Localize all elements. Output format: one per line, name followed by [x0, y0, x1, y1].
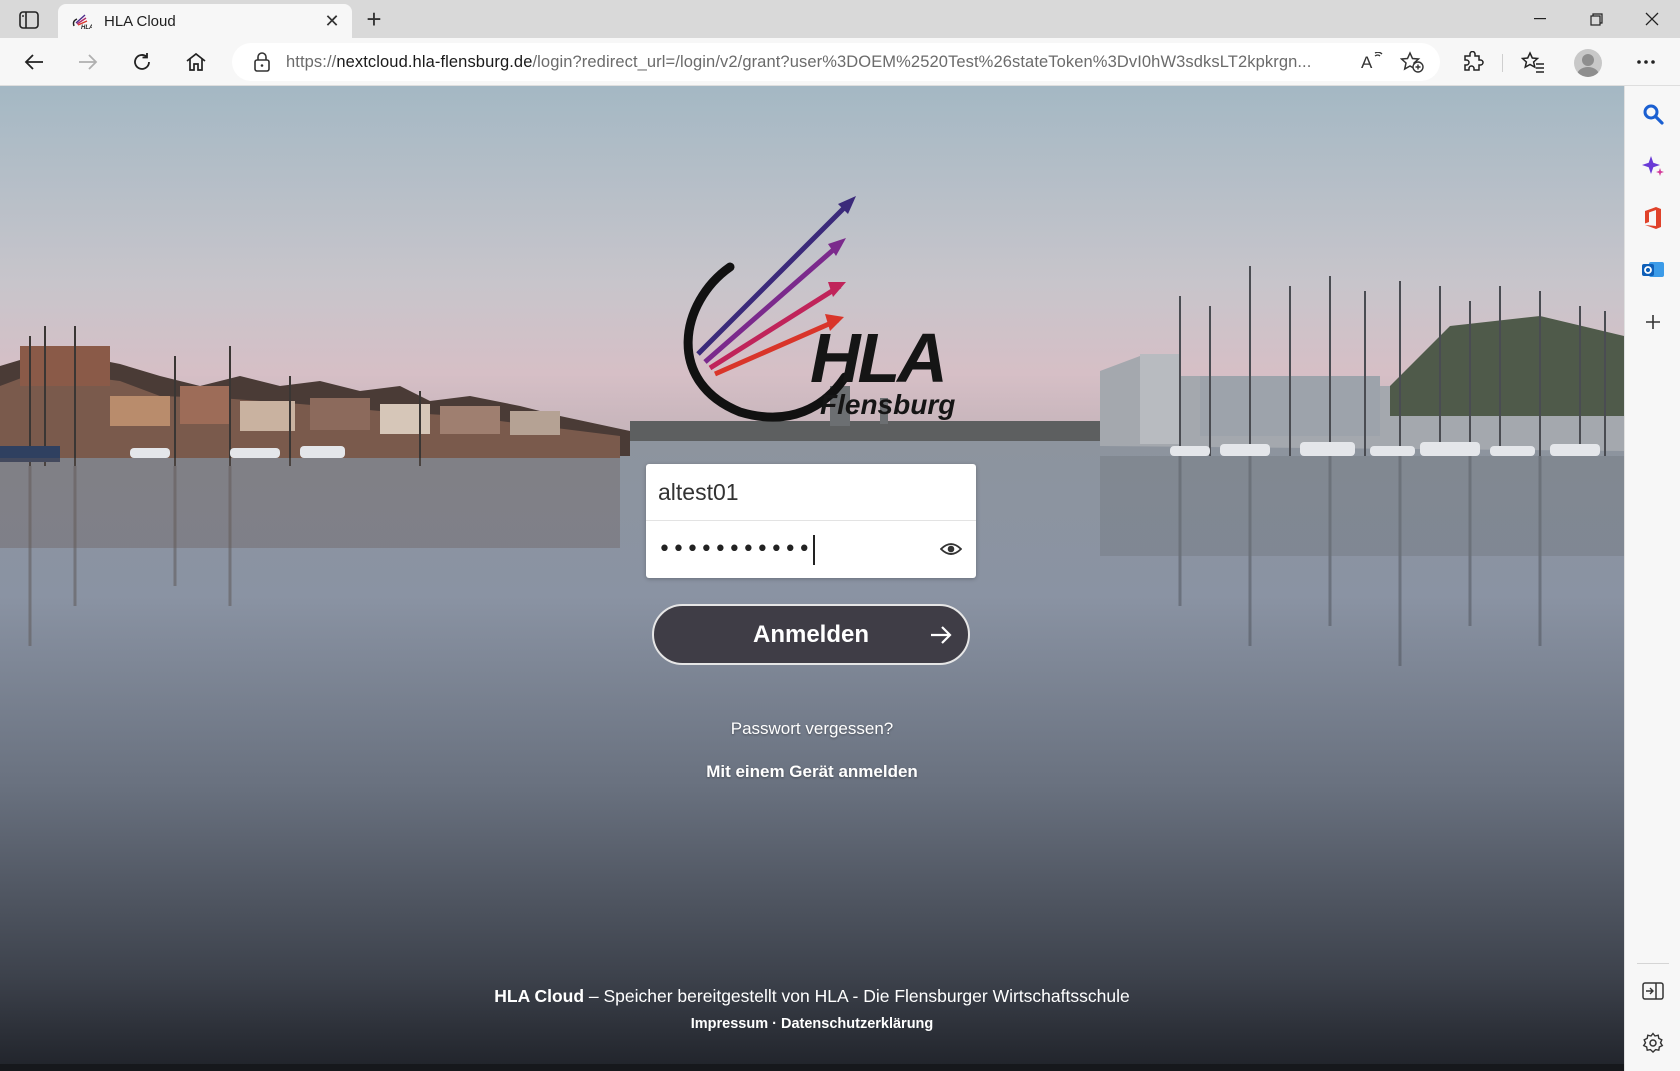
login-button-label: Anmelden — [752, 620, 869, 648]
close-window-icon[interactable] — [1624, 0, 1680, 38]
username-field[interactable] — [646, 464, 976, 521]
hla-flensburg-logo: HLA Flensburg — [683, 196, 955, 422]
login-page: HLA Flensburg ••••••••••• Anmelden Passw… — [0, 86, 1624, 1071]
login-form: ••••••••••• — [646, 464, 976, 578]
address-bar[interactable]: https://nextcloud.hla-flensburg.de/login… — [232, 43, 1440, 81]
password-field[interactable]: ••••••••••• — [646, 521, 976, 578]
split-screen-icon[interactable] — [1639, 977, 1667, 1005]
new-tab-icon[interactable]: + — [360, 4, 388, 34]
footer-links: Impressum · Datenschutzerklärung — [0, 1016, 1624, 1032]
password-input[interactable]: ••••••••••• — [658, 537, 812, 562]
footer-description: – Speicher bereitgestellt von HLA - Die … — [584, 986, 1130, 1006]
read-aloud-icon[interactable]: A — [1356, 46, 1388, 78]
url-path: /login?redirect_url=/login/v2/grant?user… — [532, 52, 1312, 71]
close-tab-icon[interactable]: ✕ — [322, 11, 342, 31]
restore-icon[interactable] — [1568, 0, 1624, 38]
logo-flensburg-text: Flensburg — [820, 389, 955, 420]
footer-text: HLA Cloud – Speicher bereitgestellt von … — [0, 986, 1624, 1007]
url-host: nextcloud.hla-flensburg.de — [336, 52, 533, 71]
sidebar-divider — [1637, 963, 1669, 964]
tab-title: HLA Cloud — [104, 12, 176, 30]
home-icon[interactable] — [179, 46, 213, 78]
url-text[interactable]: https://nextcloud.hla-flensburg.de/login… — [286, 53, 1348, 72]
favorites-icon[interactable] — [1516, 46, 1550, 78]
outlook-icon[interactable] — [1639, 256, 1667, 284]
back-icon[interactable] — [17, 46, 51, 78]
username-input[interactable] — [658, 478, 964, 506]
svg-text:A: A — [1361, 53, 1373, 72]
device-login-link[interactable]: Mit einem Gerät anmelden — [0, 762, 1624, 782]
footer-brand: HLA Cloud — [494, 986, 585, 1006]
add-icon[interactable] — [1639, 308, 1667, 336]
url-scheme: https:// — [286, 52, 337, 71]
edge-sidebar — [1624, 86, 1680, 1071]
browser-toolbar: https://nextcloud.hla-flensburg.de/login… — [0, 38, 1680, 86]
login-button[interactable]: Anmelden — [652, 604, 970, 665]
tab-strip: HLA HLA Cloud ✕ + — [0, 0, 1680, 38]
forward-icon[interactable] — [71, 46, 105, 78]
footer-separator: · — [768, 1016, 781, 1032]
text-caret — [812, 534, 815, 565]
hla-logo-icon: HLA — [72, 14, 92, 30]
privacy-link[interactable]: Datenschutzerklärung — [781, 1016, 933, 1032]
search-icon[interactable] — [1639, 100, 1667, 128]
logo-hla-text: HLA — [810, 319, 945, 397]
toolbar-divider — [1502, 54, 1503, 72]
extensions-icon[interactable] — [1456, 46, 1490, 78]
add-favorite-icon[interactable] — [1396, 46, 1428, 78]
settings-icon[interactable] — [1639, 1029, 1667, 1057]
office-icon[interactable] — [1639, 204, 1667, 232]
impressum-link[interactable]: Impressum — [691, 1016, 768, 1032]
svg-text:HLA: HLA — [81, 25, 92, 30]
sidebar-toggle-icon[interactable] — [12, 7, 46, 33]
profile-icon[interactable] — [1574, 49, 1602, 77]
refresh-icon[interactable] — [125, 46, 159, 78]
minimize-icon[interactable] — [1512, 0, 1568, 38]
forgot-password-link[interactable]: Passwort vergessen? — [0, 719, 1624, 739]
eye-icon[interactable] — [940, 539, 962, 559]
arrow-right-icon — [931, 626, 952, 644]
page-bottom-edge — [0, 1064, 1624, 1071]
copilot-icon[interactable] — [1639, 152, 1667, 180]
more-icon[interactable] — [1629, 46, 1663, 78]
lock-icon[interactable] — [252, 51, 272, 73]
tab-hla-cloud[interactable]: HLA HLA Cloud ✕ — [58, 4, 352, 38]
